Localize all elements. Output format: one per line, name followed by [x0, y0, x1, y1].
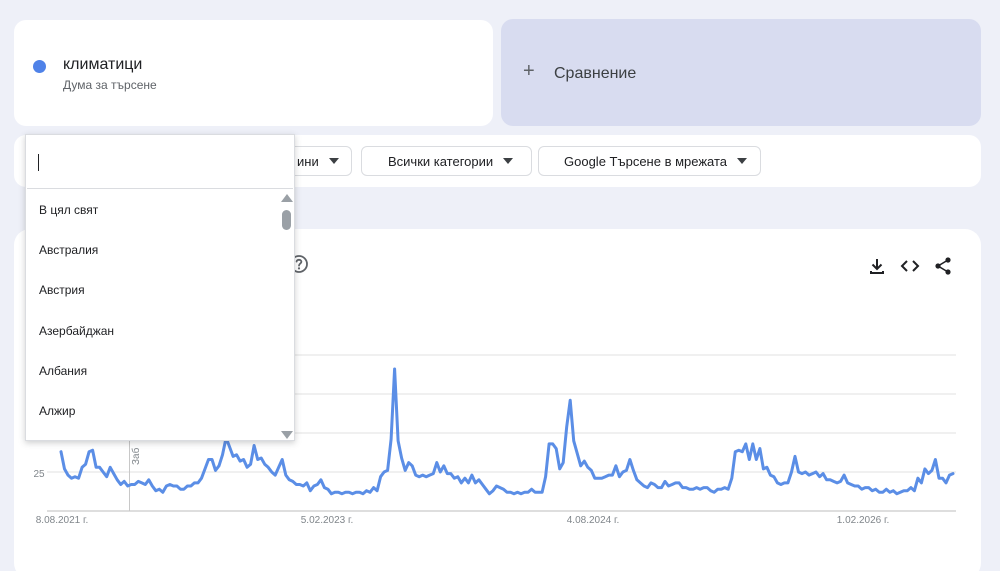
dropdown-scrollbar[interactable]	[280, 192, 294, 440]
note-marker-label: Заб	[130, 447, 142, 465]
scroll-up-arrow-icon[interactable]	[281, 194, 293, 202]
region-item-austria[interactable]: Австрия	[26, 270, 278, 310]
search-term-name[interactable]: климатици	[63, 56, 142, 74]
x-tick-label: 5.02.2023 г.	[301, 515, 353, 526]
scrollbar-thumb[interactable]	[282, 210, 291, 230]
region-item-worldwide[interactable]: В цял свят	[26, 190, 278, 230]
search-term-subtitle: Дума за търсене	[63, 78, 157, 92]
search-type-label: Google Търсене в мрежата	[564, 153, 728, 169]
caret-down-icon	[737, 158, 748, 164]
region-item-azerbaijan[interactable]: Азербайджан	[26, 311, 278, 351]
region-item-albania[interactable]: Албания	[26, 351, 278, 391]
region-item-australia[interactable]: Австралия	[26, 230, 278, 270]
region-search-input[interactable]	[27, 136, 293, 189]
compare-button[interactable]: + Сравнение	[501, 19, 981, 126]
search-type-filter[interactable]: Google Търсене в мрежата	[538, 146, 761, 176]
compare-label: Сравнение	[554, 65, 637, 82]
time-range-label: ини	[297, 153, 319, 169]
x-tick-label: 8.08.2021 г.	[36, 515, 88, 526]
scroll-down-arrow-icon[interactable]	[281, 431, 293, 439]
caret-down-icon	[328, 158, 339, 164]
x-tick-label: 4.08.2024 г.	[567, 515, 619, 526]
x-tick-label: 1.02.2026 г.	[837, 515, 889, 526]
region-list: В цял свят Австралия Австрия Азербайджан…	[26, 190, 278, 440]
category-label: Всички категории	[388, 153, 494, 169]
search-term-card[interactable]: климатици Дума за търсене	[14, 20, 493, 126]
y-tick-label: 25	[33, 469, 45, 480]
region-item-algeria[interactable]: Алжир	[26, 391, 278, 431]
text-cursor	[38, 154, 39, 171]
region-dropdown: В цял свят Австралия Австрия Азербайджан…	[25, 134, 295, 441]
plus-icon: +	[523, 60, 535, 82]
series-color-dot	[33, 60, 46, 73]
caret-down-icon	[503, 158, 514, 164]
category-filter[interactable]: Всички категории	[361, 146, 532, 176]
